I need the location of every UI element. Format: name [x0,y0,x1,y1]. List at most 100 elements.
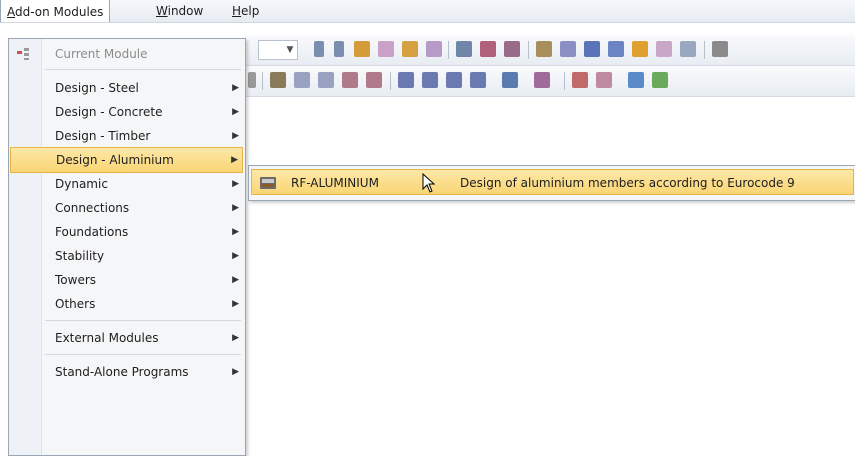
dropdown-arrow-icon[interactable] [248,72,256,88]
menu-help-label: elp [241,4,260,18]
menu-item-design-aluminium[interactable]: Design - Aluminium ▶ [10,147,243,173]
menu-item-current-module[interactable]: Current Module [10,42,243,66]
active-tool-icon[interactable] [632,41,648,57]
submenu-module-name: RF-ALUMINIUM [291,176,379,190]
result-values-icon[interactable] [354,41,370,57]
previous-icon[interactable] [314,41,324,57]
menu-help[interactable]: Help [226,0,265,22]
menu-item-connections[interactable]: Connections ▶ [10,196,243,220]
menu-item-label: Stand-Alone Programs [55,365,189,379]
submenu-arrow-icon: ▶ [232,299,239,309]
menu-divider [45,354,241,355]
table-icon[interactable] [504,41,520,57]
menu-divider [45,320,241,321]
axis-z-icon[interactable] [446,72,462,88]
toolbar-separator [448,41,449,59]
render-icon[interactable] [502,72,518,88]
menu-item-label: Design - Aluminium [56,153,174,167]
submenu-arrow-icon: ▶ [232,275,239,285]
mouse-cursor-icon [422,173,436,193]
menu-addon-mnemonic: A [7,5,15,19]
menu-item-label: Design - Steel [55,81,139,95]
menu-item-towers[interactable]: Towers ▶ [10,268,243,292]
member-icon[interactable] [584,41,600,57]
menu-item-stability[interactable]: Stability ▶ [10,244,243,268]
submenu-arrow-icon: ▶ [232,227,239,237]
color-icon[interactable] [534,72,550,88]
menu-item-dynamic[interactable]: Dynamic ▶ [10,172,243,196]
addon-modules-dropdown: Current Module Design - Steel ▶ Design - … [8,38,246,456]
menu-window-mnemonic: W [156,4,168,18]
chevron-down-icon: ▼ [286,45,294,55]
menu-item-label: Connections [55,201,130,215]
axis-y-icon[interactable] [422,72,438,88]
xxx-values-icon[interactable] [378,41,394,57]
section-icon[interactable] [560,41,576,57]
tool-icon[interactable] [456,41,472,57]
menu-item-stand-alone-programs[interactable]: Stand-Alone Programs ▶ [10,360,243,384]
rf-aluminium-icon [260,177,276,189]
axis-neg-x-icon[interactable] [470,72,486,88]
dimension-icon[interactable] [712,41,728,57]
submenu-module-description: Design of aluminium members according to… [460,176,795,190]
menu-item-design-steel[interactable]: Design - Steel ▶ [10,76,243,100]
menu-item-external-modules[interactable]: External Modules ▶ [10,326,243,350]
menu-item-rf-aluminium[interactable]: RF-ALUMINIUM Design of aluminium members… [251,169,854,195]
toolbar-separator [704,41,705,59]
submenu-arrow-icon: ▶ [232,107,239,117]
menu-item-others[interactable]: Others ▶ [10,292,243,316]
toolbar-separator [390,72,391,90]
toolbar-separator [528,41,529,59]
cube-icon[interactable] [342,72,358,88]
zoom-icon[interactable] [294,72,310,88]
mesh-icon[interactable] [536,41,552,57]
toolbar-separator [262,72,263,90]
node-icon[interactable] [628,72,644,88]
menu-item-label: Stability [55,249,105,263]
current-module-icon [17,48,29,60]
submenu-arrow-icon: ▶ [231,155,238,165]
menu-item-label: Design - Timber [55,129,151,143]
menu-item-label: Current Module [55,47,148,61]
submenu-arrow-icon: ▶ [232,83,239,93]
menu-item-label: Dynamic [55,177,108,191]
toolbar-combo[interactable]: ▼ [258,40,298,60]
line-icon[interactable] [572,72,588,88]
filter-values-icon[interactable] [402,41,418,57]
results-icon[interactable] [656,41,672,57]
menu-window[interactable]: Window [150,0,209,22]
menubar: Add-on Modules Window Help [0,0,855,23]
submenu-arrow-icon: ▶ [232,203,239,213]
surface-icon[interactable] [652,72,668,88]
submenu-arrow-icon: ▶ [232,179,239,189]
menu-item-foundations[interactable]: Foundations ▶ [10,220,243,244]
toolbar-separator [564,72,565,90]
menu-item-label: Design - Concrete [55,105,163,119]
submenu-arrow-icon: ▶ [232,251,239,261]
menu-window-label: indow [167,4,204,18]
menu-item-design-concrete[interactable]: Design - Concrete ▶ [10,100,243,124]
next-icon[interactable] [334,41,344,57]
axis-x-icon[interactable] [398,72,414,88]
menu-item-label: Others [55,297,96,311]
show-values-icon[interactable] [426,41,442,57]
menu-addon-label: dd-on Modules [15,5,104,19]
menu-item-label: Towers [55,273,97,287]
menu-addon-modules[interactable]: Add-on Modules [0,0,111,22]
submenu-arrow-icon: ▶ [232,131,239,141]
iso-view-icon[interactable] [366,72,382,88]
support-icon[interactable] [608,41,624,57]
toolbar-second [244,66,855,97]
grid-icon[interactable] [480,41,496,57]
submenu-arrow-icon: ▶ [232,333,239,343]
menu-help-mnemonic: H [232,4,242,18]
view-icon[interactable] [270,72,286,88]
toolbar-top: ▼ [244,35,855,66]
eraser-icon[interactable] [596,72,612,88]
menu-item-design-timber[interactable]: Design - Timber ▶ [10,124,243,148]
menu-item-label: External Modules [55,331,159,345]
submenu-arrow-icon: ▶ [232,367,239,377]
diagram-icon[interactable] [680,41,696,57]
menu-item-label: Foundations [55,225,129,239]
zoom-window-icon[interactable] [318,72,334,88]
